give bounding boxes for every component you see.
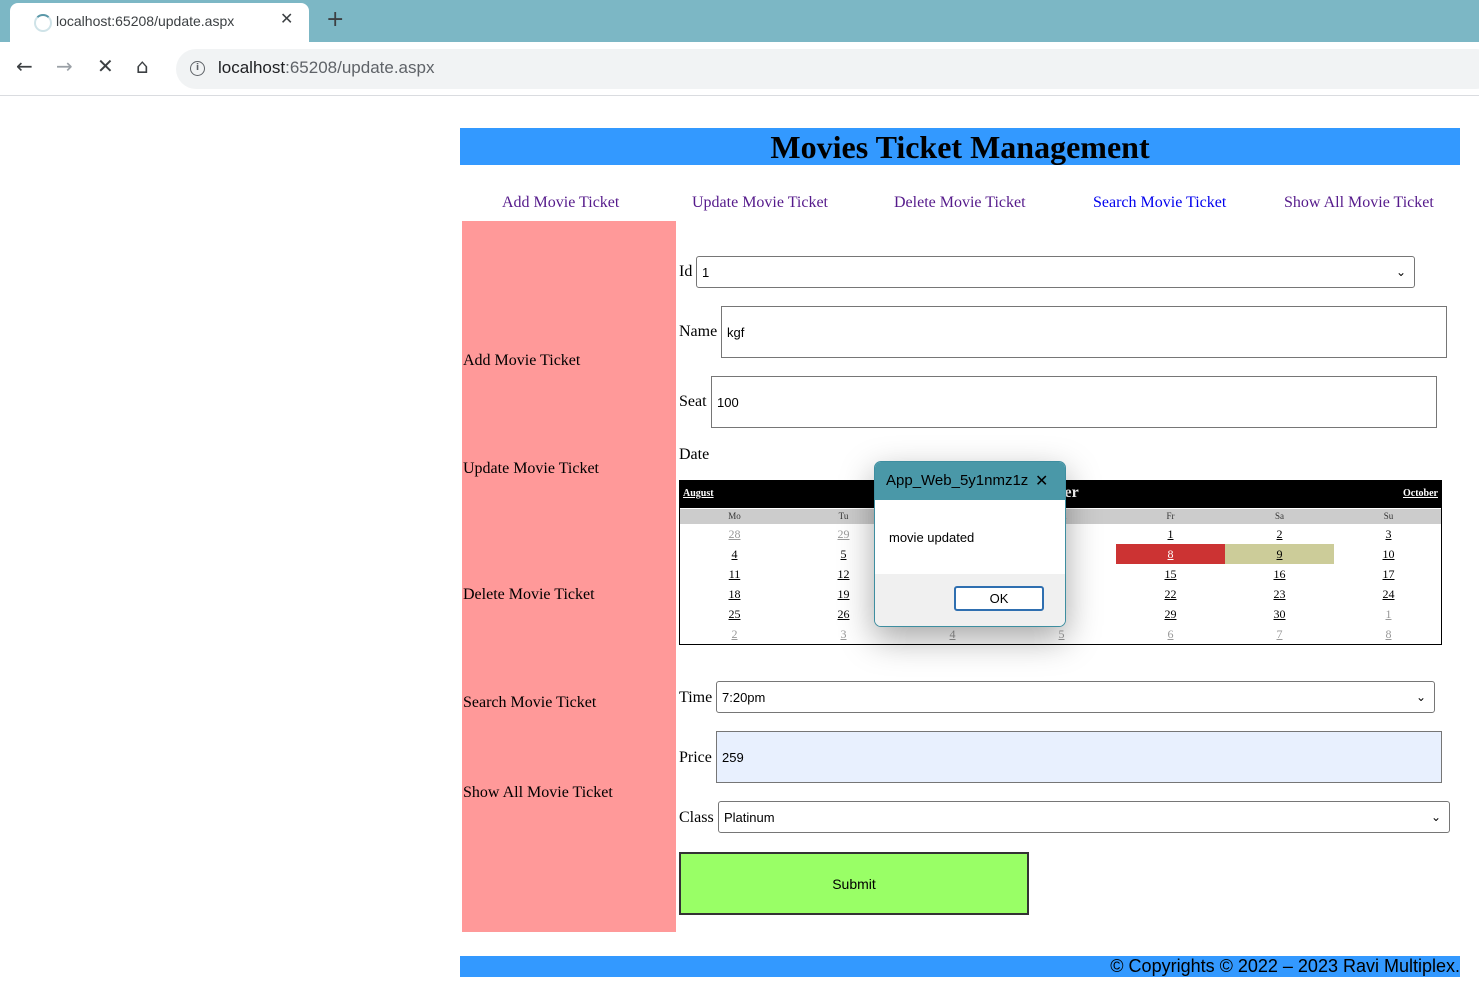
new-tab-icon[interactable]: + (326, 6, 344, 34)
time-select-value: 7:20pm (722, 689, 766, 705)
calendar-day[interactable]: 16 (1225, 564, 1334, 584)
name-label: Name (679, 323, 718, 340)
submit-button[interactable]: Submit (679, 852, 1029, 915)
calendar-day[interactable]: 18 (680, 584, 789, 604)
calendar-day-header: Sa (1275, 511, 1284, 521)
browser-tabstrip: localhost:65208/update.aspx ✕ + (0, 0, 1479, 42)
topnav-update-link[interactable]: Update Movie Ticket (692, 194, 828, 212)
name-input-value: kgf (727, 324, 745, 340)
calendar-day[interactable]: 2 (1225, 524, 1334, 544)
calendar-day-header: Su (1383, 511, 1394, 521)
page-title: Movies Ticket Management (770, 129, 1150, 165)
calendar-day[interactable]: 28 (680, 524, 789, 544)
calendar-day[interactable]: 22 (1116, 584, 1225, 604)
url-text[interactable]: localhost:65208/update.aspx (218, 58, 434, 78)
class-select[interactable]: Platinum ⌄ (718, 801, 1450, 833)
price-input[interactable]: 259 (716, 731, 1442, 783)
time-label: Time (679, 689, 713, 706)
calendar-day[interactable]: 2 (680, 624, 789, 644)
calendar-day[interactable]: 25 (680, 604, 789, 624)
class-select-value: Platinum (724, 809, 775, 825)
topnav-delete-link[interactable]: Delete Movie Ticket (894, 194, 1026, 212)
sidebar-item-add[interactable]: Add Movie Ticket (463, 352, 580, 370)
topnav-show-all-link[interactable]: Show All Movie Ticket (1284, 194, 1434, 212)
id-label: Id (679, 263, 693, 280)
tab-title: localhost:65208/update.aspx (56, 13, 235, 29)
sidebar-item-show-all[interactable]: Show All Movie Ticket (463, 784, 613, 802)
page-header: Movies Ticket Management (460, 128, 1460, 165)
calendar-day[interactable]: 30 (1225, 604, 1334, 624)
calendar-prev-month-link[interactable]: August (683, 488, 714, 499)
dialog-header: App_Web_5y1nmz1z ✕ (875, 462, 1065, 500)
calendar-day[interactable]: 7 (1225, 624, 1334, 644)
topnav-search-link[interactable]: Search Movie Ticket (1093, 194, 1226, 212)
seat-input-value: 100 (717, 394, 739, 410)
chevron-down-icon: ⌄ (1395, 265, 1406, 279)
chevron-down-icon: ⌄ (1430, 810, 1441, 824)
site-info-icon[interactable]: i (190, 61, 205, 76)
calendar-day[interactable]: 4 (680, 544, 789, 564)
calendar-day[interactable]: 17 (1334, 564, 1443, 584)
calendar-day[interactable]: 1 (1334, 604, 1443, 624)
forward-icon[interactable]: → (56, 54, 73, 78)
calendar-next-month-link[interactable]: October (1403, 488, 1438, 499)
sidebar-item-delete[interactable]: Delete Movie Ticket (463, 586, 595, 604)
seat-label: Seat (679, 393, 707, 410)
calendar-day[interactable]: 5 (1007, 624, 1116, 644)
close-icon[interactable]: ✕ (280, 9, 293, 28)
calendar-day[interactable]: 3 (1334, 524, 1443, 544)
seat-input[interactable]: 100 (711, 376, 1437, 428)
price-label: Price (679, 749, 712, 766)
dialog-message: movie updated (889, 530, 975, 545)
close-icon[interactable]: ✕ (1035, 471, 1048, 490)
price-input-value: 259 (722, 749, 744, 765)
class-label: Class (679, 809, 714, 826)
name-input[interactable]: kgf (721, 306, 1447, 358)
calendar-day[interactable]: 8 (1116, 544, 1225, 564)
calendar-day[interactable]: 29 (1116, 604, 1225, 624)
calendar-day[interactable]: 24 (1334, 584, 1443, 604)
time-select[interactable]: 7:20pm ⌄ (716, 681, 1435, 713)
calendar-day[interactable]: 3 (789, 624, 898, 644)
ok-button[interactable]: OK (954, 586, 1044, 611)
back-icon[interactable]: ← (16, 54, 33, 78)
dialog-title: App_Web_5y1nmz1z (886, 472, 1029, 489)
id-select[interactable]: 1 ⌄ (696, 256, 1415, 288)
chevron-down-icon: ⌄ (1415, 690, 1426, 704)
page-footer: © Copyrights © 2022 – 2023 Ravi Multiple… (460, 956, 1460, 977)
id-select-value: 1 (702, 264, 710, 280)
dialog-footer: OK (875, 574, 1065, 626)
calendar-day[interactable]: 10 (1334, 544, 1443, 564)
calendar-day[interactable]: 8 (1334, 624, 1443, 644)
sidebar-item-update[interactable]: Update Movie Ticket (463, 460, 599, 478)
calendar-day-header: Fr (1166, 511, 1175, 521)
topnav-add-link[interactable]: Add Movie Ticket (502, 194, 619, 212)
date-label: Date (679, 446, 710, 463)
sidebar-item-search[interactable]: Search Movie Ticket (463, 694, 596, 712)
calendar-day-header: Mo (728, 511, 741, 521)
calendar-day[interactable]: 4 (898, 624, 1007, 644)
loading-spinner-icon (34, 14, 52, 32)
home-icon[interactable]: ⌂ (136, 54, 149, 78)
stop-loading-icon[interactable]: ✕ (97, 54, 114, 78)
calendar-day[interactable]: 1 (1116, 524, 1225, 544)
browser-tab[interactable]: localhost:65208/update.aspx ✕ (10, 3, 309, 42)
alert-dialog: App_Web_5y1nmz1z ✕ movie updated OK (874, 461, 1066, 627)
calendar-day[interactable]: 6 (1116, 624, 1225, 644)
calendar-day[interactable]: 11 (680, 564, 789, 584)
calendar-day[interactable]: 23 (1225, 584, 1334, 604)
browser-toolbar: ← → ✕ ⌂ i localhost:65208/update.aspx (0, 42, 1479, 96)
sidebar: Add Movie Ticket Update Movie Ticket Del… (462, 221, 676, 932)
calendar-day[interactable]: 15 (1116, 564, 1225, 584)
calendar-day[interactable]: 9 (1225, 544, 1334, 564)
